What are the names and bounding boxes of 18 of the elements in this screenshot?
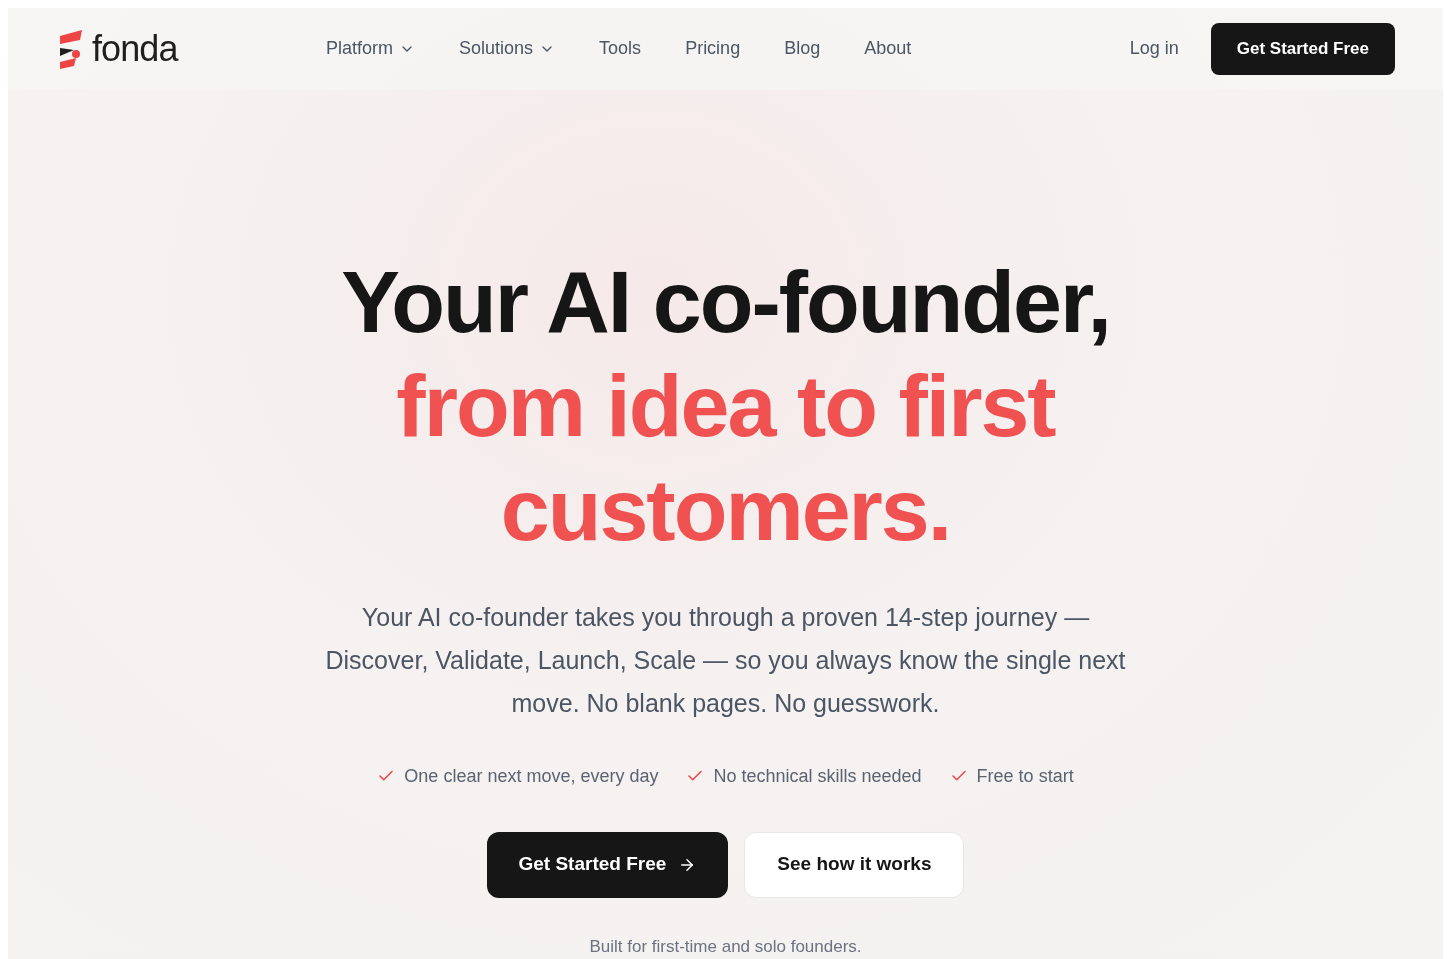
nav-link[interactable]: Tools <box>599 35 642 63</box>
benefit-text: No technical skills needed <box>713 764 922 788</box>
nav-link[interactable]: About <box>864 35 912 63</box>
nav-link[interactable]: Blog <box>784 35 821 63</box>
nav-link[interactable]: Platform <box>326 35 416 63</box>
footnote: Built for first-time and solo founders. <box>589 935 862 958</box>
get-started-button[interactable]: Get Started Free <box>1210 22 1395 75</box>
subtitle: Your AI co-founder takes you through a proven 14-step journey — Discover, Validate, Launch, Scale — so you always know the single next move. No blank pages. No guesswork. <box>325 601 1126 719</box>
brand-name[interactable]: fonda <box>92 21 178 76</box>
see-how-it-works-button[interactable]: See how it works <box>744 831 965 898</box>
login-link[interactable]: Log in <box>1129 35 1179 63</box>
nav-link[interactable]: Solutions <box>459 35 556 63</box>
nav-link[interactable]: Pricing <box>685 35 741 63</box>
benefit-text: One clear next move, every day <box>404 764 659 788</box>
headline: Your AI co-founder, <box>341 250 1110 353</box>
headline: from idea to first customers. <box>395 354 1057 561</box>
get-started-button[interactable]: Get Started Free <box>486 831 729 898</box>
benefit-text: Free to start <box>976 764 1074 788</box>
